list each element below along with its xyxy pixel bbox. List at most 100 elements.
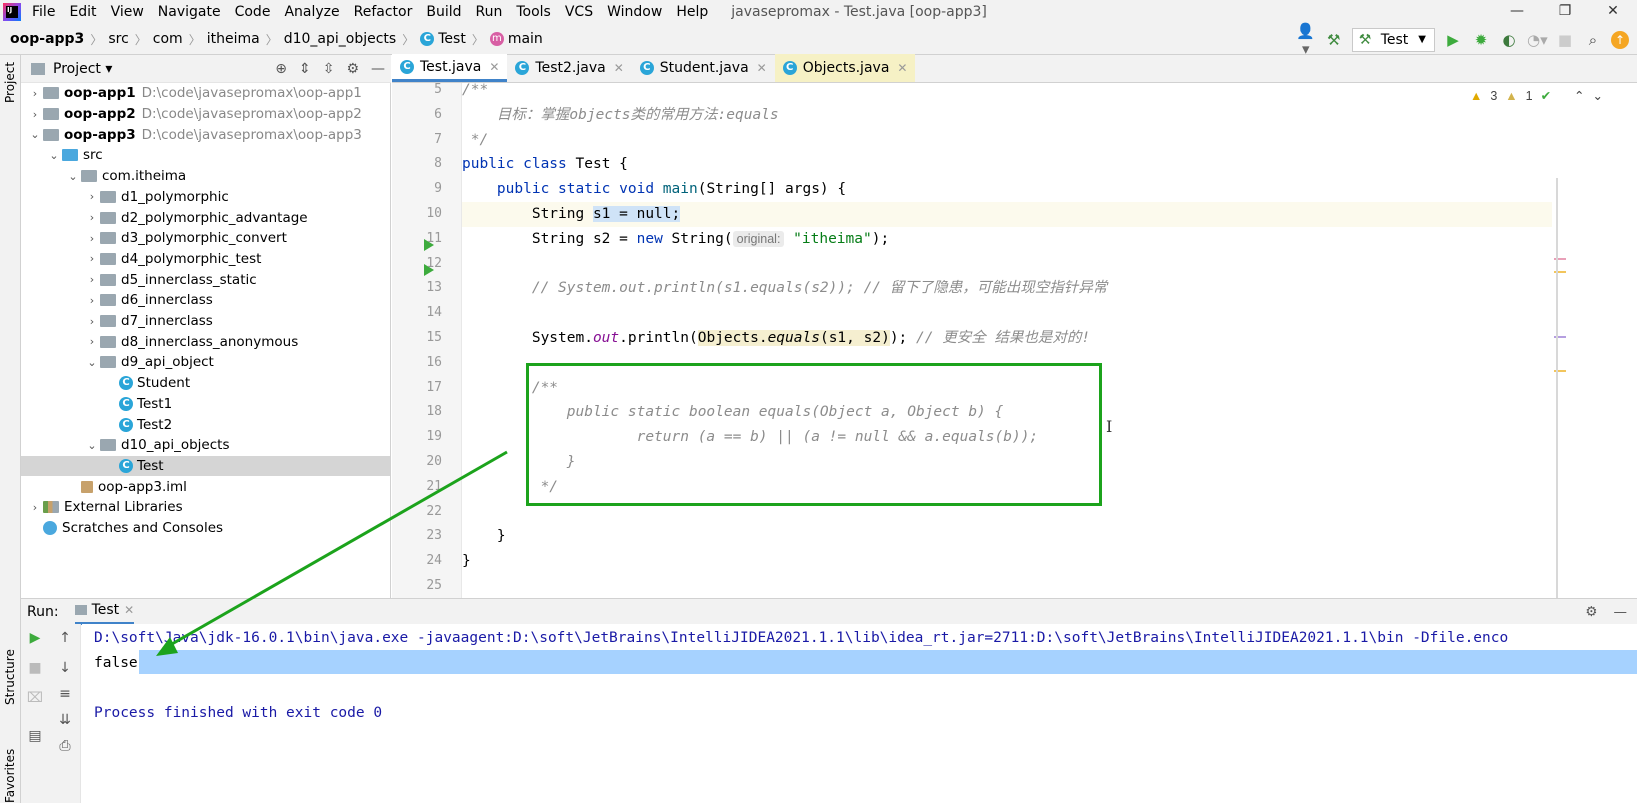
stop-icon[interactable]: ■ (25, 660, 45, 676)
expand-arrow-icon[interactable]: › (84, 211, 100, 224)
tree-item[interactable]: › oop-app2 D:\code\javasepromax\oop-app2 (21, 104, 390, 125)
restore-layout-icon[interactable]: ⌧ (25, 690, 45, 706)
coverage-icon[interactable]: ◐ (1499, 31, 1519, 49)
expand-arrow-icon[interactable]: ⌄ (84, 356, 100, 369)
project-side-tab[interactable]: Project (3, 62, 17, 103)
tree-item[interactable]: C Test2 (21, 414, 390, 435)
close-tab-icon[interactable]: ✕ (897, 61, 907, 75)
up-icon[interactable]: ↑ (55, 630, 75, 646)
tree-item[interactable]: C Test1 (21, 394, 390, 415)
code-editor[interactable]: /** 目标：掌握objects类的常用方法:equals */ public … (462, 83, 1552, 598)
tree-item[interactable]: › d2_polymorphic_advantage (21, 207, 390, 228)
settings-icon[interactable]: ⚙ (346, 61, 359, 77)
editor-scrollbar[interactable] (1552, 83, 1566, 598)
favorites-side-tab[interactable]: Favorites (3, 749, 17, 803)
menu-edit[interactable]: Edit (62, 0, 103, 24)
hide-icon[interactable]: — (1614, 604, 1628, 620)
expand-arrow-icon[interactable]: ⌄ (84, 439, 100, 452)
stop-icon[interactable]: ■ (1555, 31, 1575, 49)
scroll-to-end-icon[interactable]: ⇊ (55, 712, 75, 728)
tree-item[interactable]: C Student (21, 373, 390, 394)
soft-wrap-icon[interactable]: ≡ (55, 686, 75, 702)
expand-arrow-icon[interactable]: › (84, 273, 100, 286)
close-button[interactable]: ✕ (1589, 0, 1637, 22)
expand-arrow-icon[interactable]: › (84, 294, 100, 307)
menu-help[interactable]: Help (669, 0, 715, 24)
restore-button[interactable]: ❐ (1541, 0, 1589, 22)
expand-arrow-icon[interactable]: › (27, 87, 43, 100)
tree-item[interactable]: › d4_polymorphic_test (21, 249, 390, 270)
expand-arrow-icon[interactable]: › (84, 335, 100, 348)
close-tab-icon[interactable]: ✕ (614, 61, 624, 75)
tree-item[interactable]: › d5_innerclass_static (21, 269, 390, 290)
expand-arrow-icon[interactable]: › (27, 501, 43, 514)
next-highlight-icon[interactable]: ⌄ (1593, 88, 1603, 103)
layout-icon[interactable]: ▤ (25, 728, 45, 744)
search-icon[interactable]: ⌕ (1583, 31, 1603, 49)
menu-run[interactable]: Run (469, 0, 510, 24)
print-icon[interactable]: ⎙ (55, 738, 75, 754)
structure-side-tab[interactable]: Structure (3, 649, 17, 705)
expand-arrow-icon[interactable]: › (84, 252, 100, 265)
tree-item[interactable]: ⌄ d10_api_objects (21, 435, 390, 456)
build-hammer-icon[interactable]: ⚒ (1324, 31, 1344, 49)
prev-highlight-icon[interactable]: ⌃ (1574, 88, 1584, 103)
editor-tab[interactable]: C Student.java ✕ (632, 54, 775, 82)
editor-tab[interactable]: C Objects.java ✕ (774, 54, 916, 82)
run-icon[interactable]: ▶ (1443, 31, 1463, 49)
menu-analyze[interactable]: Analyze (277, 0, 346, 24)
menu-view[interactable]: View (104, 0, 151, 24)
tree-item[interactable]: oop-app3.iml (21, 476, 390, 497)
menu-tools[interactable]: Tools (509, 0, 558, 24)
tree-item[interactable]: ⌄ d9_api_object (21, 352, 390, 373)
settings-icon[interactable]: ⚙ (1585, 604, 1597, 620)
breadcrumb-project[interactable]: oop-app3 (0, 31, 88, 47)
tree-item[interactable]: › d1_polymorphic (21, 187, 390, 208)
update-icon[interactable]: ↑ (1611, 30, 1629, 49)
tree-item[interactable]: › d6_innerclass (21, 290, 390, 311)
run-configuration-select[interactable]: ⚒ Test ▼ (1351, 27, 1435, 52)
expand-arrow-icon[interactable]: › (84, 232, 100, 245)
breadcrumb-itheima[interactable]: itheima (203, 31, 264, 47)
tree-item[interactable]: › d8_innerclass_anonymous (21, 331, 390, 352)
breadcrumb-com[interactable]: com (149, 31, 187, 47)
menu-vcs[interactable]: VCS (558, 0, 600, 24)
breadcrumb-src[interactable]: src (104, 31, 132, 47)
menu-build[interactable]: Build (419, 0, 468, 24)
tree-item[interactable]: ⌄ src (21, 145, 390, 166)
down-icon[interactable]: ↓ (55, 660, 75, 676)
tree-item[interactable]: › External Libraries (21, 497, 390, 518)
editor-tab[interactable]: C Test2.java ✕ (507, 54, 631, 82)
close-tab-icon[interactable]: ✕ (489, 60, 499, 74)
menu-file[interactable]: File (25, 0, 62, 24)
expand-arrow-icon[interactable]: ⌄ (65, 170, 81, 183)
tree-item[interactable]: ⌄ com.itheima (21, 166, 390, 187)
close-tab-icon[interactable]: ✕ (124, 603, 134, 617)
expand-arrow-icon[interactable]: › (84, 190, 100, 203)
collapse-all-icon[interactable]: ⇳ (323, 61, 335, 77)
inspection-widget[interactable]: ▲3 ▲1 ✔1 ⌃ ⌄ (1470, 88, 1603, 104)
tree-item[interactable]: ⌄ oop-app3 D:\code\javasepromax\oop-app3 (21, 124, 390, 145)
tree-item[interactable]: › d7_innerclass (21, 311, 390, 332)
debug-icon[interactable]: ✹ (1471, 31, 1491, 49)
expand-arrow-icon[interactable]: › (27, 108, 43, 121)
profile-icon[interactable]: ◔▾ (1527, 31, 1548, 49)
minimize-button[interactable]: — (1493, 0, 1541, 22)
menu-code[interactable]: Code (228, 0, 278, 24)
run-tab-test[interactable]: Test ✕ (74, 599, 135, 625)
rerun-icon[interactable]: ▶ (25, 630, 45, 646)
breadcrumb-class[interactable]: C Test (416, 31, 470, 47)
expand-arrow-icon[interactable]: ⌄ (46, 149, 62, 162)
expand-all-icon[interactable]: ⇕ (299, 61, 311, 77)
hide-icon[interactable]: — (371, 61, 385, 77)
menu-window[interactable]: Window (600, 0, 669, 24)
menu-navigate[interactable]: Navigate (151, 0, 228, 24)
breadcrumb-method[interactable]: m main (486, 31, 547, 47)
tree-item[interactable]: C Test (21, 455, 390, 477)
menu-refactor[interactable]: Refactor (347, 0, 420, 24)
expand-arrow-icon[interactable]: › (84, 315, 100, 328)
tree-item[interactable]: Scratches and Consoles (21, 518, 390, 539)
tree-item[interactable]: › d3_polymorphic_convert (21, 228, 390, 249)
close-tab-icon[interactable]: ✕ (757, 61, 767, 75)
breadcrumb-package[interactable]: d10_api_objects (280, 31, 401, 47)
